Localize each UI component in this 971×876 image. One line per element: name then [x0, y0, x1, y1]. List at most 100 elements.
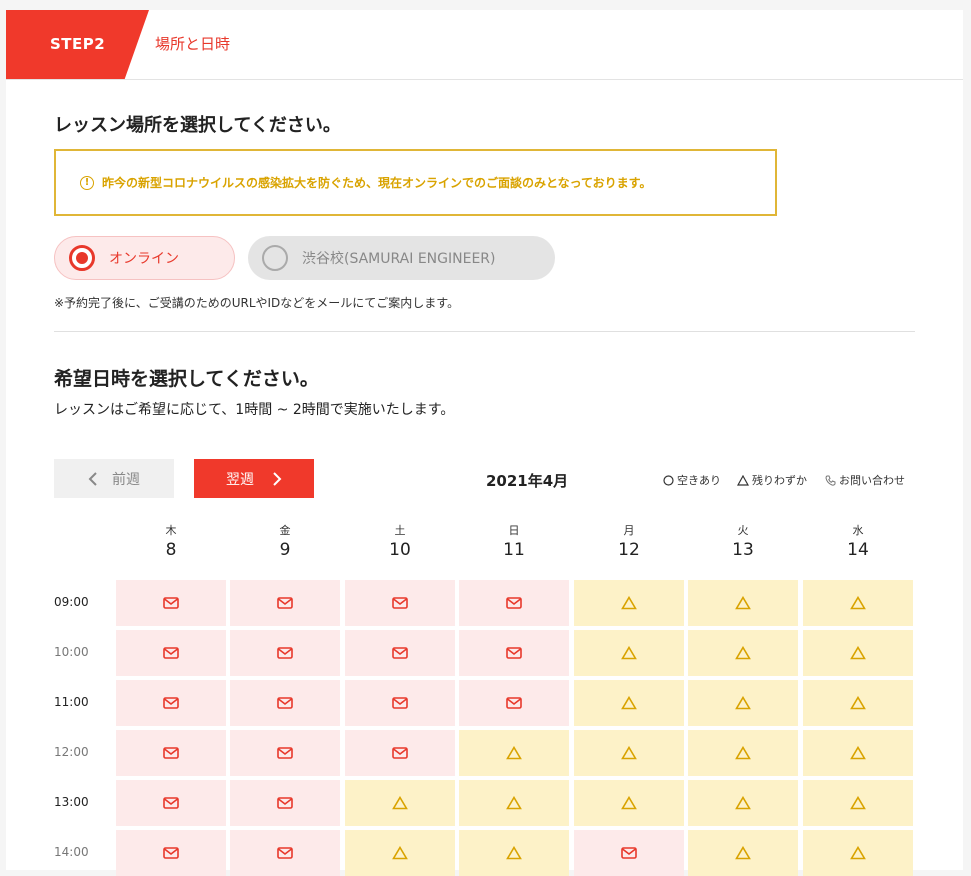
- time-slot[interactable]: [230, 730, 340, 776]
- time-slot[interactable]: [574, 830, 684, 876]
- time-slot[interactable]: [345, 780, 455, 826]
- time-slot[interactable]: [688, 730, 798, 776]
- radio-shibuya[interactable]: 渋谷校(SAMURAI ENGINEER): [248, 236, 555, 280]
- time-slot[interactable]: [688, 830, 798, 876]
- time-label: 12:00: [54, 745, 89, 759]
- mail-icon: [163, 697, 179, 709]
- time-slot[interactable]: [574, 630, 684, 676]
- time-slot[interactable]: [116, 730, 226, 776]
- time-slot[interactable]: [574, 680, 684, 726]
- day-header: 日 11: [459, 522, 569, 560]
- prev-week-button[interactable]: 前週: [54, 459, 174, 498]
- time-slot[interactable]: [116, 780, 226, 826]
- time-slot[interactable]: [688, 630, 798, 676]
- radio-unselected-icon: [262, 245, 288, 271]
- time-slot[interactable]: [116, 680, 226, 726]
- mail-icon: [277, 797, 293, 809]
- month-label: 2021年4月: [486, 472, 569, 490]
- time-slot[interactable]: [459, 730, 569, 776]
- legend-contact-label: お問い合わせ: [839, 474, 905, 487]
- time-slot[interactable]: [574, 780, 684, 826]
- step-title: 場所と日時: [155, 35, 231, 53]
- day-number: 8: [165, 540, 177, 560]
- time-slot[interactable]: [803, 780, 913, 826]
- time-slot[interactable]: [803, 680, 913, 726]
- triangle-icon: [850, 596, 866, 610]
- time-slot[interactable]: [459, 630, 569, 676]
- time-slot[interactable]: [345, 830, 455, 876]
- time-slot[interactable]: [230, 680, 340, 726]
- mail-icon: [506, 697, 522, 709]
- time-slot[interactable]: [688, 680, 798, 726]
- chevron-right-icon: [273, 471, 282, 486]
- time-slot[interactable]: [345, 580, 455, 626]
- notice-text: 昨今の新型コロナウイルスの感染拡大を防ぐため、現在オンラインでのご面談のみとなっ…: [102, 176, 652, 190]
- time-slot[interactable]: [803, 730, 913, 776]
- triangle-icon: [735, 596, 751, 610]
- time-slot[interactable]: [116, 630, 226, 676]
- triangle-icon: [506, 796, 522, 810]
- triangle-icon: [735, 646, 751, 660]
- schedule-heading: 希望日時を選択してください。: [54, 368, 319, 390]
- booking-card: STEP2 場所と日時 レッスン場所を選択してください。 ! 昨今の新型コロナウ…: [6, 10, 963, 876]
- time-slot[interactable]: [230, 580, 340, 626]
- day-number: 12: [618, 540, 640, 560]
- triangle-icon: [506, 746, 522, 760]
- time-slot[interactable]: [116, 580, 226, 626]
- location-heading: レッスン場所を選択してください。: [54, 115, 341, 136]
- time-slot[interactable]: [803, 630, 913, 676]
- mail-icon: [163, 847, 179, 859]
- time-slot[interactable]: [230, 630, 340, 676]
- day-number: 9: [279, 540, 291, 560]
- time-slot[interactable]: [459, 780, 569, 826]
- time-slot[interactable]: [688, 580, 798, 626]
- day-number: 13: [732, 540, 754, 560]
- day-of-week: 日: [508, 524, 520, 537]
- day-header: 火 13: [688, 522, 798, 560]
- time-slot[interactable]: [459, 680, 569, 726]
- time-label: 14:00: [54, 845, 89, 859]
- triangle-icon: [737, 474, 749, 486]
- time-label: 10:00: [54, 645, 89, 659]
- time-slot[interactable]: [803, 580, 913, 626]
- time-slot[interactable]: [345, 730, 455, 776]
- triangle-icon: [621, 796, 637, 810]
- mail-icon: [277, 647, 293, 659]
- legend-contact: お問い合わせ: [825, 472, 905, 488]
- triangle-icon: [735, 796, 751, 810]
- time-slot[interactable]: [803, 830, 913, 876]
- time-slot[interactable]: [574, 730, 684, 776]
- time-slot[interactable]: [459, 580, 569, 626]
- time-slot[interactable]: [459, 830, 569, 876]
- triangle-icon: [392, 846, 408, 860]
- triangle-icon: [621, 696, 637, 710]
- triangle-icon: [850, 646, 866, 660]
- prev-week-label: 前週: [112, 471, 140, 488]
- triangle-icon: [850, 746, 866, 760]
- radio-selected-icon: [69, 245, 95, 271]
- day-header: 水 14: [803, 522, 913, 560]
- time-label: 11:00: [54, 695, 89, 709]
- time-slot[interactable]: [345, 630, 455, 676]
- radio-online[interactable]: オンライン: [54, 236, 235, 280]
- day-of-week: 金: [279, 524, 291, 537]
- time-slot[interactable]: [116, 830, 226, 876]
- legend-few: 残りわずか: [737, 472, 807, 488]
- day-number: 11: [503, 540, 525, 560]
- step-header: STEP2 場所と日時: [6, 10, 963, 80]
- triangle-icon: [735, 746, 751, 760]
- time-slot[interactable]: [574, 580, 684, 626]
- phone-icon: [825, 475, 836, 486]
- radio-shibuya-label: 渋谷校(SAMURAI ENGINEER): [302, 251, 496, 267]
- time-slot[interactable]: [230, 780, 340, 826]
- mail-icon: [392, 747, 408, 759]
- mail-icon: [163, 647, 179, 659]
- time-slot[interactable]: [345, 680, 455, 726]
- mail-icon: [277, 697, 293, 709]
- time-slot[interactable]: [230, 830, 340, 876]
- step-badge: STEP2: [6, 10, 149, 79]
- mail-icon: [621, 847, 637, 859]
- day-header: 木8: [116, 522, 226, 560]
- next-week-button[interactable]: 翌週: [194, 459, 314, 498]
- time-slot[interactable]: [688, 780, 798, 826]
